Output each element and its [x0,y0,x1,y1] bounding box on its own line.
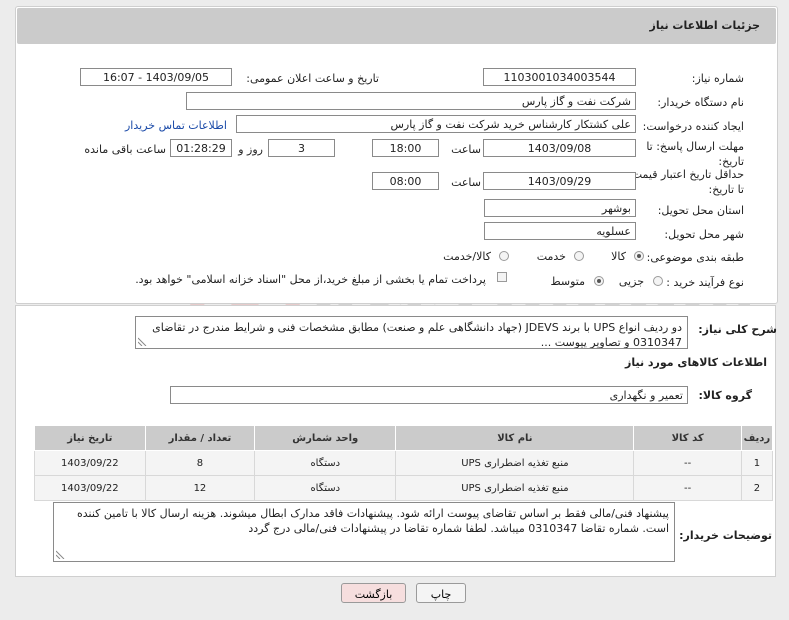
cell-unit: دستگاه [254,475,397,501]
city-field: عسلویه [484,222,636,240]
cell-row-number: 1 [740,450,774,476]
back-button[interactable]: بازگشت [341,583,406,603]
col-header-item-code: کد کالا [633,425,742,451]
category-option-service: خدمت [536,250,566,263]
deadline-time-label: ساعت [451,143,481,156]
category-radio-goods-service[interactable] [499,251,509,261]
goods-table-header-row: ردیف کد کالا نام کالا واحد شمارش تعداد /… [34,425,774,451]
buyer-org-label: نام دستگاه خریدار: [657,96,744,109]
treasury-payment-checkbox[interactable] [497,272,507,282]
cell-item-code: -- [633,450,742,476]
cell-quantity: 12 [144,475,256,501]
category-label: طبقه بندی موضوعی: [646,251,744,264]
table-row: 1 -- منبع تغذیه اضطراری UPS دستگاه 8 140… [34,450,774,476]
process-option-medium: متوسط [550,275,585,288]
deadline-label: مهلت ارسال پاسخ: تا تاریخ: [646,140,744,168]
deadline-date-field: 1403/09/08 [483,139,636,157]
need-number-label: شماره نیاز: [691,72,744,85]
cell-row-number: 2 [740,475,774,501]
validity-label: حداقل تاریخ اعتبار قیمت: تا تاریخ: [628,168,744,196]
process-radio-minor[interactable] [653,276,663,286]
cell-item-name: منبع تغذیه اضطراری UPS [395,450,635,476]
announce-label: تاریخ و ساعت اعلان عمومی: [246,72,379,85]
category-radio-service[interactable] [574,251,584,261]
col-header-need-date: تاریخ نیاز [34,425,146,451]
treasury-payment-text: پرداخت تمام یا بخشی از مبلغ خرید،از محل … [135,273,486,286]
need-number-field: 1103001034003544 [483,68,636,86]
remaining-time-field: 01:28:29 [170,139,232,157]
buyer-notes-text: پیشنهاد فنی/مالی فقط بر اساس تقاضای پیوس… [76,507,669,535]
description-text: دو ردیف انواع UPS با برند JDEVS (جهاد دا… [152,321,682,349]
announce-datetime-field: 1403/09/05 - 16:07 [80,68,232,86]
goods-table: ردیف کد کالا نام کالا واحد شمارش تعداد /… [34,425,774,501]
table-row: 2 -- منبع تغذیه اضطراری UPS دستگاه 12 14… [34,475,774,501]
remaining-label: ساعت باقی مانده [84,143,166,156]
goods-group-label: گروه کالا: [698,389,752,402]
cell-quantity: 8 [144,450,256,476]
goods-section-title: اطلاعات کالاهای مورد نیاز [625,356,767,369]
resize-handle-icon[interactable] [138,336,148,346]
process-radio-medium[interactable] [594,276,604,286]
validity-time-label: ساعت [451,176,481,189]
cell-item-code: -- [633,475,742,501]
category-option-goods: کالا [611,250,626,263]
creator-field: علی کشتکار کارشناس خرید شرکت نفت و گاز پ… [236,115,636,133]
city-label: شهر محل تحویل: [664,228,744,241]
process-type-label: نوع فرآیند خرید : [666,276,744,289]
cell-need-date: 1403/09/22 [34,450,146,476]
days-remaining-field: 3 [268,139,335,157]
days-label: روز و [238,143,263,156]
buyer-notes-label: توضیحات خریدار: [679,529,772,542]
buyer-notes-textarea: پیشنهاد فنی/مالی فقط بر اساس تقاضای پیوس… [53,502,675,562]
province-field: بوشهر [484,199,636,217]
col-header-item-name: نام کالا [395,425,635,451]
validity-time-field: 08:00 [372,172,439,190]
process-option-minor: جزیی [618,275,644,288]
deadline-time-field: 18:00 [372,139,439,157]
description-label: شرح کلی نیاز: [698,323,777,336]
validity-date-field: 1403/09/29 [483,172,636,190]
col-header-unit: واحد شمارش [254,425,397,451]
cell-unit: دستگاه [254,450,397,476]
description-textarea: دو ردیف انواع UPS با برند JDEVS (جهاد دا… [135,316,688,349]
category-option-goods-service: کالا/خدمت [443,250,491,263]
print-button[interactable]: چاپ [416,583,466,603]
category-radio-goods[interactable] [634,251,644,261]
buyer-org-field: شرکت نفت و گاز پارس [186,92,636,110]
resize-handle-icon[interactable] [56,549,66,559]
page-title: جزئیات اطلاعات نیاز [649,19,761,32]
cell-need-date: 1403/09/22 [34,475,146,501]
panel-header: جزئیات اطلاعات نیاز [17,8,776,44]
buyer-contact-link[interactable]: اطلاعات تماس خریدار [125,119,227,132]
creator-label: ایجاد کننده درخواست: [642,120,744,133]
cell-item-name: منبع تغذیه اضطراری UPS [395,475,635,501]
goods-group-field: تعمیر و نگهداری [170,386,688,404]
province-label: استان محل تحویل: [657,204,744,217]
col-header-row-number: ردیف [740,425,774,451]
col-header-quantity: تعداد / مقدار [144,425,256,451]
